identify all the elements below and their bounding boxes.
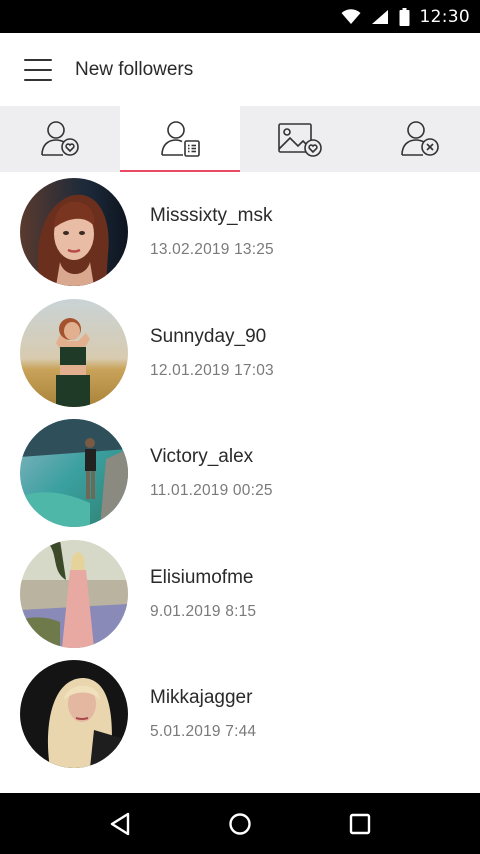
signal-icon	[371, 9, 388, 24]
photo-heart-icon	[278, 123, 322, 157]
list-item[interactable]: Elisiumofme 9.01.2019 8:15	[0, 534, 480, 655]
list-item[interactable]: Sunnyday_90 12.01.2019 17:03	[0, 293, 480, 414]
avatar	[20, 660, 128, 769]
recents-button[interactable]	[340, 804, 380, 844]
follower-info: Sunnyday_90 12.01.2019 17:03	[150, 326, 274, 380]
app-bar: New followers	[0, 33, 480, 106]
list-item[interactable]: Misssixty_msk 13.02.2019 13:25	[0, 172, 480, 293]
follower-info: Victory_alex 11.01.2019 00:25	[150, 446, 273, 500]
tab-list[interactable]	[120, 106, 240, 172]
recents-icon	[349, 813, 371, 834]
follower-info: Mikkajagger 5.01.2019 7:44	[150, 687, 256, 741]
status-bar: 12:30	[0, 0, 480, 33]
status-time: 12:30	[419, 6, 470, 27]
user-remove-icon	[401, 121, 439, 156]
back-button[interactable]	[100, 804, 140, 844]
home-icon	[229, 812, 251, 835]
follow-date: 12.01.2019 17:03	[150, 361, 274, 379]
tab-unfollowers[interactable]	[360, 106, 480, 172]
follow-date: 5.01.2019 7:44	[150, 723, 257, 741]
user-heart-icon	[41, 121, 79, 156]
follow-date: 11.01.2019 00:25	[150, 482, 273, 500]
user-list-icon	[161, 121, 200, 157]
list-item[interactable]: Victory_alex 11.01.2019 00:25	[0, 413, 480, 534]
tab-bar	[0, 106, 480, 172]
wifi-icon	[341, 8, 360, 24]
follower-name: Victory_alex	[150, 446, 254, 468]
status-icons: 12:30	[341, 0, 471, 33]
followers-list: Misssixty_msk 13.02.2019 13:25 Sunnyday_…	[0, 172, 480, 793]
follower-name: Sunnyday_90	[150, 325, 267, 347]
follower-name: Elisiumofme	[150, 566, 254, 588]
follow-date: 9.01.2019 8:15	[150, 602, 257, 620]
avatar	[20, 298, 128, 407]
menu-icon[interactable]	[24, 58, 52, 81]
follow-date: 13.02.2019 13:25	[150, 241, 274, 259]
avatar	[20, 539, 128, 648]
follower-info: Elisiumofme 9.01.2019 8:15	[150, 567, 256, 621]
avatar	[20, 419, 128, 528]
home-button[interactable]	[220, 804, 260, 844]
page-title: New followers	[75, 58, 194, 80]
follower-name: Misssixty_msk	[150, 205, 273, 227]
back-icon	[110, 812, 130, 835]
follower-name: Mikkajagger	[150, 687, 253, 709]
follower-info: Misssixty_msk 13.02.2019 13:25	[150, 205, 274, 259]
battery-icon	[399, 7, 409, 26]
list-item[interactable]: Mikkajagger 5.01.2019 7:44	[0, 654, 480, 775]
avatar	[20, 178, 128, 287]
system-nav-bar	[0, 793, 480, 854]
tab-followers[interactable]	[0, 106, 120, 172]
tab-photos[interactable]	[240, 106, 360, 172]
